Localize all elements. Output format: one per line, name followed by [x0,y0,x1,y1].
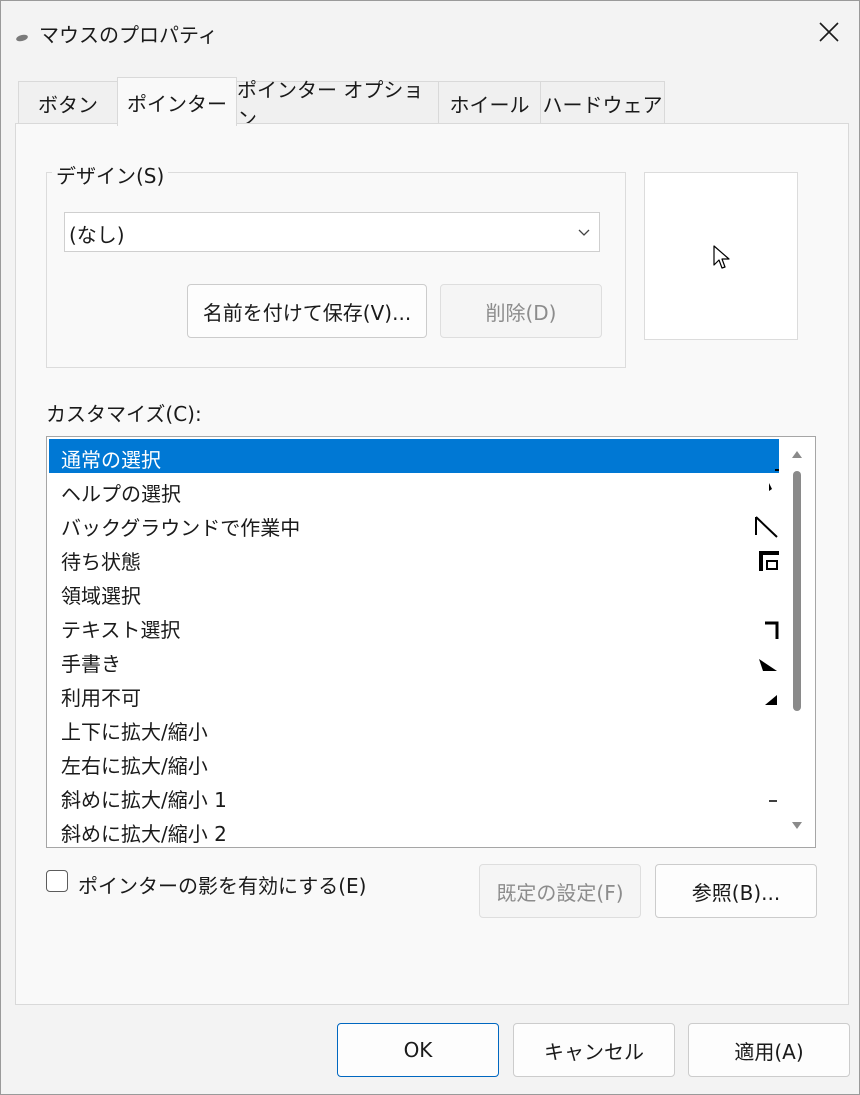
list-item-label: 領域選択 [61,584,141,608]
chevron-down-icon [578,229,590,236]
save-as-button[interactable]: 名前を付けて保存(V)... [187,284,427,338]
list-item-label: テキスト選択 [61,618,181,642]
use-default-button[interactable]: 既定の設定(F) [479,864,641,918]
handwriting-cursor-icon [759,659,777,671]
list-item[interactable]: 手書き [49,643,779,677]
close-icon [819,22,839,42]
close-button[interactable] [799,1,859,63]
list-item[interactable]: 上下に拡大/縮小 [49,711,779,745]
tab-wheel[interactable]: ホイール [438,81,541,124]
list-item-label: ヘルプの選択 [61,482,181,506]
list-item-label: 斜めに拡大/縮小 2 [61,822,227,846]
horizontal-resize-cursor-icon [755,753,781,777]
cursor-list[interactable]: 通常の選択ヘルプの選択バックグラウンドで作業中 待ち状態領域選択テキスト選択 手書き… [46,436,816,848]
list-item[interactable]: バックグラウンドで作業中 [49,507,779,541]
cancel-button[interactable]: キャンセル [513,1023,675,1077]
scheme-dropdown[interactable]: (なし) [64,212,600,252]
design-group-label: デザイン(S) [52,160,169,189]
list-item-label: 上下に拡大/縮小 [61,720,208,744]
list-item[interactable]: 斜めに拡大/縮小 1 [49,779,779,813]
cancel-label: キャンセル [544,1039,644,1064]
delete-button[interactable]: 削除(D) [440,284,602,338]
list-item[interactable]: 通常の選択 [49,439,779,473]
scroll-up-icon[interactable] [791,449,803,459]
list-item-label: バックグラウンドで作業中 [61,516,301,540]
list-item[interactable]: 領域選択 [49,575,779,609]
list-item-label: 手書き [61,652,121,676]
cursor-preview [644,172,798,340]
list-item[interactable]: 斜めに拡大/縮小 2 [49,813,779,847]
scrollbar[interactable] [781,437,815,847]
busy-cursor-icon [759,551,779,571]
mouse-icon [15,27,29,42]
design-group [46,172,626,368]
tab-label: ハードウェア [542,92,663,117]
list-item-label: 左右に拡大/縮小 [61,754,208,778]
browse-label: 参照(B)... [691,880,781,905]
pointer-shadow-checkbox[interactable] [46,870,68,892]
apply-button[interactable]: 適用(A) [688,1023,850,1077]
tab-hardware[interactable]: ハードウェア [540,81,665,124]
pointers-tab-panel: デザイン(S) (なし) 名前を付けて保存(V)... 削除(D) カスタマイズ… [15,123,849,1005]
scroll-thumb[interactable] [793,471,801,711]
delete-label: 削除(D) [485,300,557,325]
diagonal-resize-2-cursor-icon [755,821,781,845]
unavailable-cursor-icon [765,695,777,705]
list-item-label: 待ち状態 [61,550,141,574]
browse-button[interactable]: 参照(B)... [655,864,817,918]
tab-label: ホイール [449,92,530,117]
list-item[interactable]: 待ち状態 [49,541,779,575]
vertical-resize-cursor-icon [755,719,781,743]
list-item[interactable]: 利用不可 [49,677,779,711]
list-item-label: 利用不可 [61,686,141,710]
tab-label: ポインター [127,91,227,116]
list-item[interactable]: ヘルプの選択 [49,473,779,507]
tab-buttons[interactable]: ボタン [18,81,118,124]
ok-button[interactable]: OK [337,1023,499,1077]
arrow-cursor-preview-icon [713,245,730,269]
title-bar: マウスのプロパティ [1,1,859,63]
list-item[interactable]: テキスト選択 [49,609,779,643]
ok-label: OK [403,1038,433,1062]
mouse-properties-window: マウスのプロパティ ボタン ポインター ポインター オプション ホイール ハード… [0,0,860,1095]
apply-label: 適用(A) [734,1039,804,1064]
text-select-cursor-icon [765,621,779,639]
working-in-background-cursor-icon [755,516,778,538]
save-as-label: 名前を付けて保存(V)... [202,300,412,325]
customize-label: カスタマイズ(C): [46,402,202,426]
tab-label: ボタン [38,92,98,117]
list-item[interactable]: 左右に拡大/縮小 [49,745,779,779]
tab-pointers[interactable]: ポインター [117,77,237,126]
scroll-down-icon[interactable] [791,821,803,831]
arrow-cursor-icon [775,469,779,471]
precision-select-cursor-icon [755,583,781,607]
scheme-value: (なし) [69,223,125,247]
help-cursor-icon [769,483,772,491]
tab-pointer-options[interactable]: ポインター オプション [236,78,439,131]
window-title: マウスのプロパティ [39,23,218,47]
list-item-label: 通常の選択 [61,448,161,472]
diagonal-resize-1-cursor-icon [769,800,777,802]
use-default-label: 既定の設定(F) [496,880,624,905]
list-item-label: 斜めに拡大/縮小 1 [61,788,227,812]
pointer-shadow-label: ポインターの影を有効にする(E) [78,874,367,898]
